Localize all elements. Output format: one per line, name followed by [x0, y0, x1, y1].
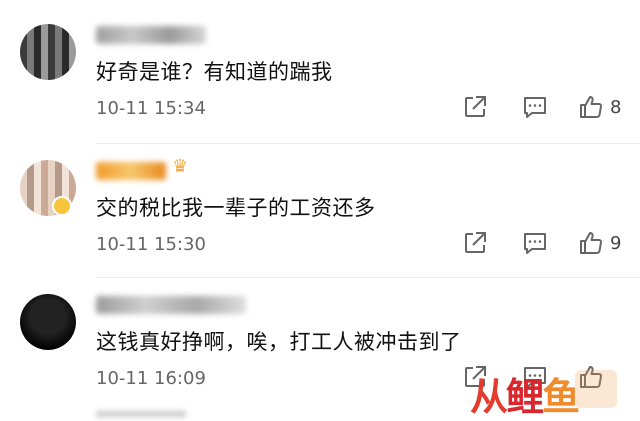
vip-badge-icon	[52, 196, 72, 216]
share-icon	[465, 232, 486, 253]
crown-icon: ♛	[172, 156, 189, 177]
comment-text: 好奇是谁？有知道的踹我	[96, 60, 333, 84]
watermark-backdrop	[575, 370, 617, 408]
avatar[interactable]	[20, 294, 76, 350]
avatar[interactable]	[20, 24, 76, 80]
like-button[interactable]: 8	[578, 94, 621, 120]
share-button[interactable]	[462, 94, 488, 120]
comment-text: 这钱真好挣啊，唉，打工人被冲击到了	[96, 330, 462, 354]
reply-button[interactable]	[522, 230, 548, 256]
watermark-logo: 从鲤鱼	[470, 375, 580, 419]
like-count: 8	[610, 96, 622, 118]
divider	[96, 143, 640, 144]
reply-icon	[524, 233, 546, 254]
thumbs-up-icon	[580, 232, 602, 255]
comment-text: 交的税比我一辈子的工资还多	[96, 196, 376, 220]
reply-button[interactable]	[522, 94, 548, 120]
like-button[interactable]: 9	[578, 230, 621, 256]
username-blurred[interactable]	[96, 162, 166, 180]
comment-item: ♛ 交的税比我一辈子的工资还多 10-11 15:30 9	[0, 146, 640, 276]
thumbs-up-icon	[580, 96, 602, 119]
share-button[interactable]	[462, 230, 488, 256]
divider	[96, 277, 640, 278]
comment-item: 好奇是谁？有知道的踹我 10-11 15:34 8	[0, 10, 640, 140]
username-blurred[interactable]	[96, 296, 246, 314]
like-count: 9	[610, 232, 622, 254]
username-blurred[interactable]	[96, 26, 206, 44]
comment-time: 10-11 15:34	[96, 98, 206, 119]
comment-time: 10-11 16:09	[96, 368, 206, 389]
share-icon	[465, 96, 486, 117]
reply-icon	[524, 97, 546, 118]
comment-time: 10-11 15:30	[96, 234, 206, 255]
